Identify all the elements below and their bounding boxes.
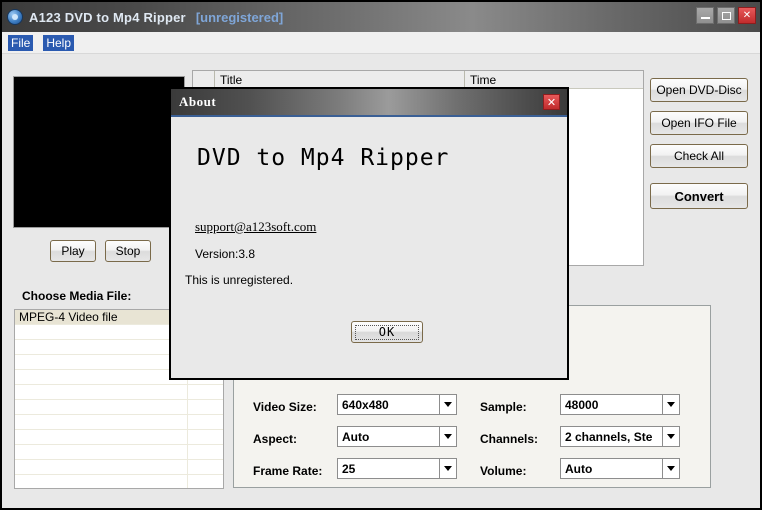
menu-bar: File Help [2,32,760,54]
window-title: A123 DVD to Mp4 Ripper [29,9,186,25]
maximize-button[interactable] [717,7,735,24]
ok-button[interactable]: OK [351,321,423,343]
chevron-down-icon[interactable] [439,395,456,414]
video-size-combo[interactable]: 640x480 [337,394,457,415]
version-text: Version:3.8 [195,247,256,261]
chevron-down-icon[interactable] [662,459,679,478]
convert-button[interactable]: Convert [650,183,748,209]
aspect-label: Aspect: [253,432,298,446]
about-dialog: About ✕ DVD to Mp4 Ripper support@a123so… [169,87,569,380]
list-item[interactable] [15,400,223,415]
chevron-down-icon[interactable] [662,427,679,446]
table-header-check[interactable] [193,71,215,88]
video-size-value: 640x480 [342,397,389,412]
volume-label: Volume: [480,464,527,478]
video-preview-area[interactable] [13,76,185,228]
list-item[interactable] [15,460,223,475]
application-window: A123 DVD to Mp4 Ripper [unregistered] ✕ … [0,0,762,510]
channels-combo[interactable]: 2 channels, Ste [560,426,680,447]
frame-rate-label: Frame Rate: [253,464,323,478]
table-header-time[interactable]: Time [465,71,643,88]
frame-rate-combo[interactable]: 25 [337,458,457,479]
support-email-link[interactable]: support@a123soft.com [195,219,316,235]
about-dialog-title: About [179,94,217,109]
stop-button[interactable]: Stop [105,240,151,262]
window-controls: ✕ [696,7,756,24]
chevron-down-icon[interactable] [439,427,456,446]
list-item[interactable] [15,445,223,460]
check-all-button[interactable]: Check All [650,144,748,168]
frame-rate-value: 25 [342,461,356,476]
about-product-heading: DVD to Mp4 Ripper [197,145,450,171]
registration-status: [unregistered] [195,9,284,25]
aspect-value: Auto [342,429,370,444]
ok-button-label: OK [355,324,419,340]
sample-combo[interactable]: 48000 [560,394,680,415]
minimize-button[interactable] [696,7,714,24]
aspect-combo[interactable]: Auto [337,426,457,447]
open-ifo-file-button[interactable]: Open IFO File [650,111,748,135]
close-button[interactable]: ✕ [738,7,756,24]
open-dvd-disc-button[interactable]: Open DVD-Disc [650,78,748,102]
title-bar: A123 DVD to Mp4 Ripper [unregistered] ✕ [2,2,760,32]
chevron-down-icon[interactable] [662,395,679,414]
list-item[interactable] [15,385,223,400]
list-column-divider [187,373,188,488]
menu-item-help[interactable]: Help [43,34,75,51]
list-item[interactable] [15,415,223,430]
about-dialog-title-bar: About ✕ [171,89,567,117]
close-icon: ✕ [546,95,557,109]
list-item[interactable] [15,430,223,445]
play-button[interactable]: Play [50,240,96,262]
channels-label: Channels: [480,432,539,446]
disc-icon [7,9,23,25]
volume-value: Auto [565,461,593,476]
choose-media-file-label: Choose Media File: [22,289,132,303]
about-close-button[interactable]: ✕ [543,94,560,110]
menu-item-file[interactable]: File [8,34,34,51]
volume-combo[interactable]: Auto [560,458,680,479]
close-icon: ✕ [742,9,752,21]
video-size-label: Video Size: [253,400,317,414]
chevron-down-icon[interactable] [439,459,456,478]
sample-label: Sample: [480,400,527,414]
sample-value: 48000 [565,397,599,412]
channels-value: 2 channels, Ste [565,429,653,444]
table-header-title[interactable]: Title [215,71,465,88]
registration-text: This is unregistered. [185,273,294,287]
